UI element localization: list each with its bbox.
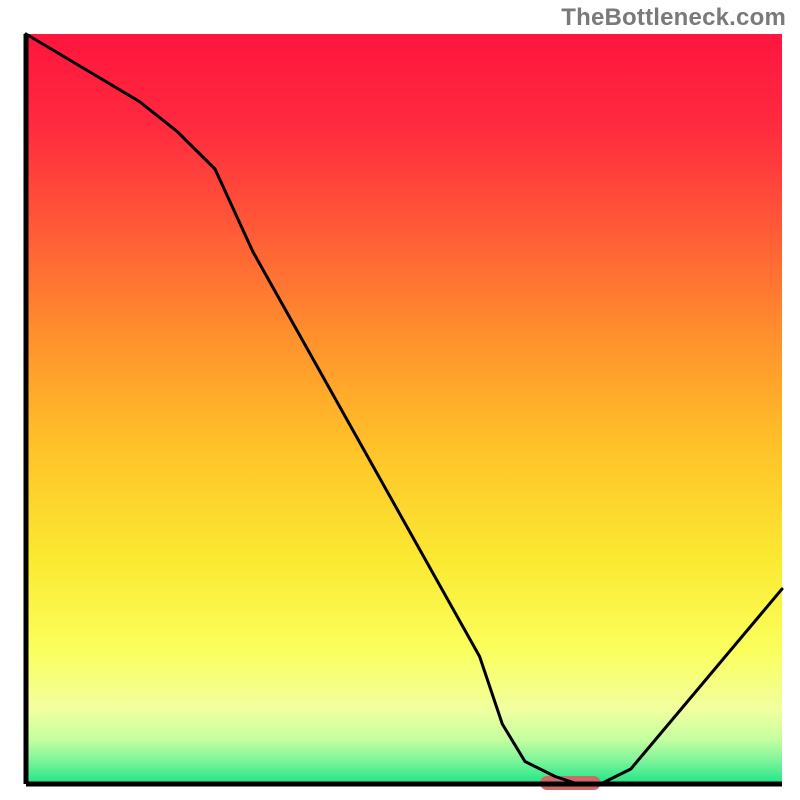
chart-container: TheBottleneck.com xyxy=(0,0,800,800)
gradient-background xyxy=(26,34,782,784)
bottleneck-chart xyxy=(0,0,800,800)
plot-group xyxy=(26,34,782,790)
